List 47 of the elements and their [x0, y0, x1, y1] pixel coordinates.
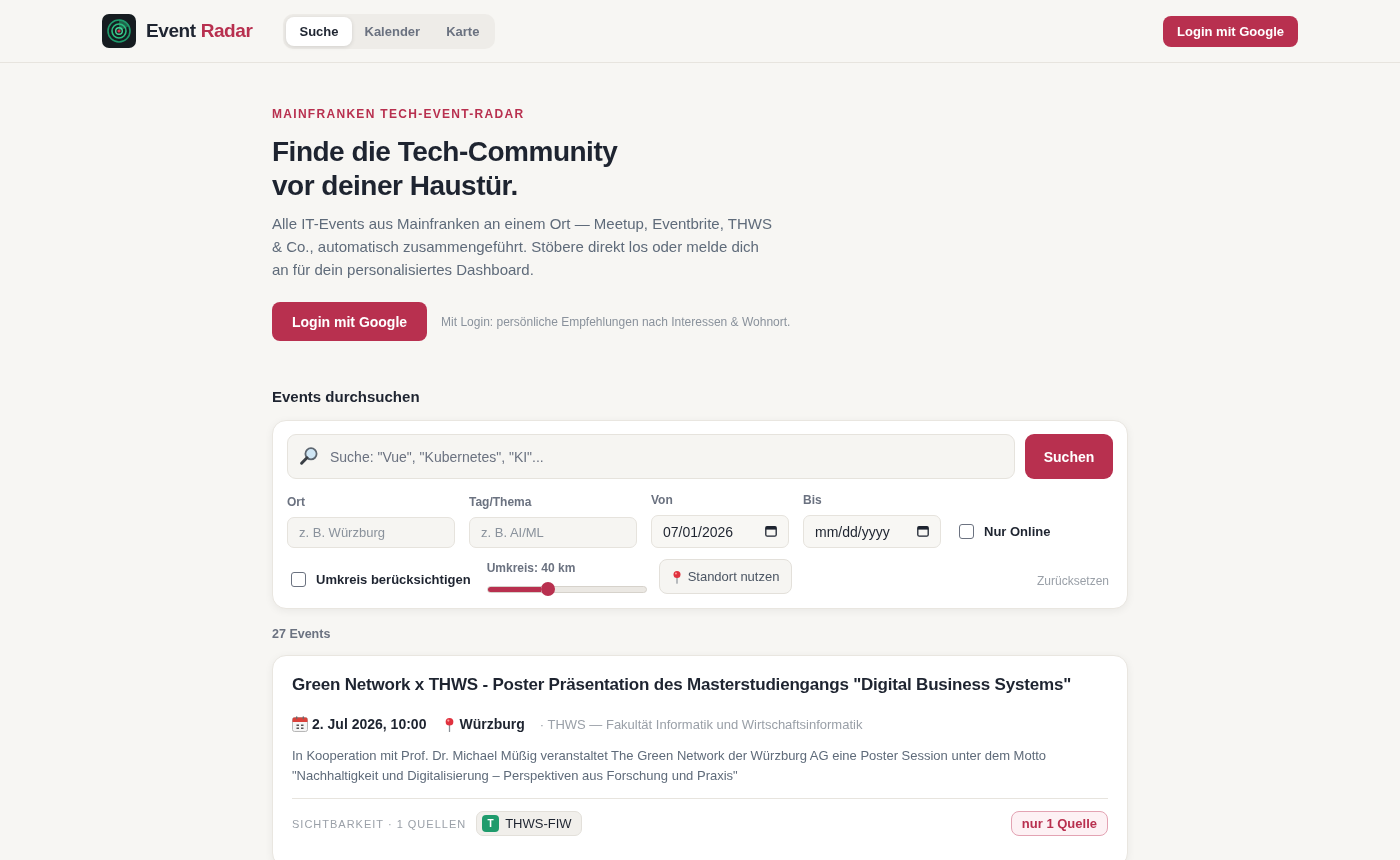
eyebrow-text: MAINFRANKEN TECH-EVENT-RADAR [272, 107, 526, 122]
login-button[interactable]: Login mit Google [272, 302, 428, 341]
login-button[interactable]: Login mit Google [1163, 15, 1298, 47]
field-label: Bis [803, 493, 823, 508]
radius-slider[interactable] [486, 585, 647, 593]
calendar-icon [292, 716, 308, 732]
brand-name: Event Radar [146, 20, 253, 42]
slider-label: Umkreis: 40 km [486, 560, 577, 576]
section-heading: Events durchsuchen [272, 387, 421, 406]
event-date: 2. Jul 2026, 10:00 [312, 716, 427, 732]
slider-handle[interactable] [540, 582, 555, 596]
hero-description: Alle IT-Events aus Mainfranken an einem Ort — Meetup, Eventbrite, THWS & Co., automatisch zusammengeführt. Stöbere direkt los oder melde dich an für dein personalisiertes Dashboard. [272, 214, 773, 280]
view-tab[interactable]: Kalender [351, 16, 434, 46]
event-card[interactable] [272, 655, 1128, 860]
pin-icon [671, 569, 682, 584]
calendar-icon[interactable] [765, 525, 777, 537]
checkbox-label: Umkreis berücksichtigen [316, 572, 471, 587]
view-tab[interactable]: Suche [286, 16, 352, 46]
event-location: Würzburg [459, 716, 525, 732]
field-label: Von [651, 493, 674, 508]
radar-logo-icon [102, 14, 136, 48]
field-label: Ort [287, 495, 306, 510]
view-tab[interactable]: Karte [433, 16, 493, 46]
checkbox-label: Nur Online [984, 524, 1051, 539]
source-count-badge: nur 1 Quelle [1010, 811, 1108, 836]
search-button[interactable]: Suchen [1025, 434, 1113, 479]
source-name: THWS-FIW [505, 816, 572, 831]
login-hint: Mit Login: persönliche Empfehlungen nach Interessen & Wohnort. [441, 314, 791, 329]
hero-heading: Finde die Tech-Community vor deiner Haustür. [272, 135, 619, 203]
source-initial: T [482, 815, 500, 832]
text-field[interactable]: z. B. AI/ML [469, 517, 637, 548]
event-organizer: · THWS — Fakultät Informatik und Wirtschaftsinformatik [539, 716, 863, 732]
date-field[interactable]: 07/01/2026 [651, 515, 789, 548]
result-count: 27 Events [272, 627, 332, 642]
event-title: Green Network x THWS - Poster Präsentation des Masterstudiengangs "Digital Business Systems" [292, 674, 1072, 696]
checkbox[interactable] [291, 572, 306, 587]
date-field[interactable]: mm/dd/yyyy [803, 515, 941, 548]
checkbox[interactable] [959, 524, 974, 539]
search-icon [299, 446, 319, 466]
calendar-icon[interactable] [917, 525, 929, 537]
visibility-label: SICHTBARKEIT · 1 QUELLEN [292, 817, 467, 830]
text-field[interactable]: z. B. Würzburg [287, 517, 455, 548]
pin-icon [444, 716, 456, 732]
event-description: In Kooperation mit Prof. Dr. Michael Müßig veranstaltet The Green Network der Würzburg AG eine Poster Session unter dem Motto "Nachhaltigkeit und Digitalisierung – Perspektiven aus Forschung und Praxis" [292, 747, 1048, 785]
search-field[interactable]: Suche: "Vue", "Kubernetes", "KI"... [287, 434, 1015, 479]
use-location-button[interactable]: Standort nutzen [658, 559, 793, 594]
field-label: Tag/Thema [469, 495, 533, 510]
